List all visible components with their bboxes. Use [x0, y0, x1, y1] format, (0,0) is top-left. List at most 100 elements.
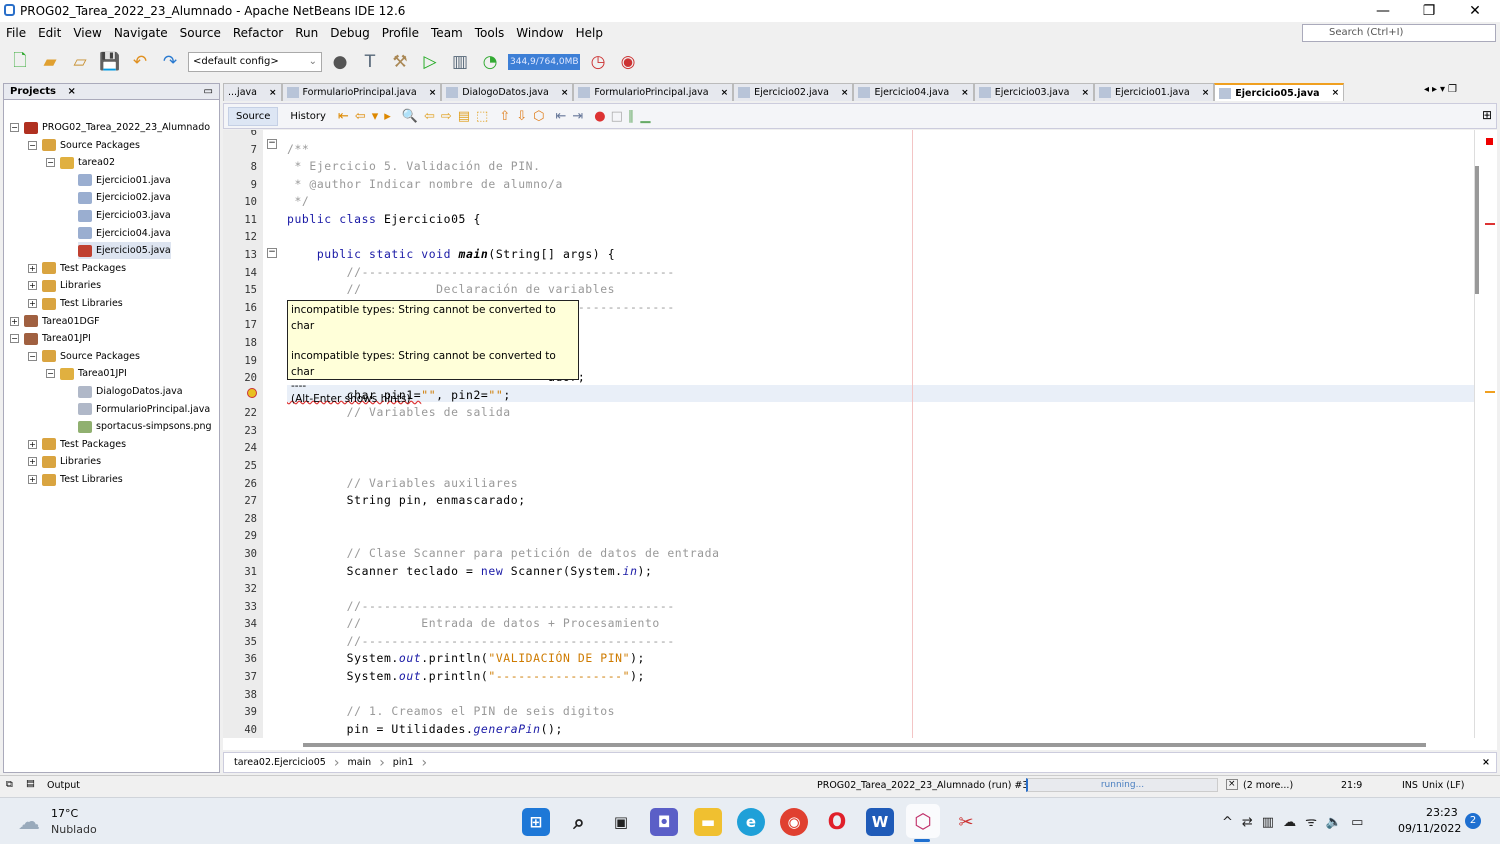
more-tasks-link[interactable]: (2 more...)	[1243, 780, 1293, 791]
tree-item[interactable]: sportacus-simpsons.png	[78, 418, 212, 435]
debug-icon[interactable]: ▥	[448, 50, 472, 74]
snipping-tool-icon[interactable]: ✂	[952, 808, 980, 836]
cancel-task-icon[interactable]: ×	[1226, 779, 1238, 790]
word-icon[interactable]: W	[866, 808, 894, 836]
temperature[interactable]: 17°C	[51, 807, 78, 820]
vertical-scrollbar[interactable]	[1474, 130, 1497, 738]
menu-debug[interactable]: Debug	[324, 26, 375, 40]
tree-item[interactable]: Test Libraries	[42, 471, 123, 488]
tree-item[interactable]: Ejercicio05.java	[78, 242, 171, 260]
search-icons[interactable]: 🔍⇦⇨▤⬚	[402, 109, 495, 124]
start-icon[interactable]: ⊞	[522, 808, 550, 836]
undo-icon[interactable]: ↶	[128, 50, 152, 74]
expand-toggle-icon[interactable]: +	[10, 316, 19, 326]
indent-icons[interactable]: ⇤⇥	[555, 109, 589, 124]
save-all-icon[interactable]: 💾	[98, 50, 122, 74]
output-icon[interactable]: ▤	[26, 778, 35, 789]
tree-item[interactable]: Source Packages	[42, 348, 140, 365]
memory-indicator[interactable]: 344,9/764,0MB	[508, 54, 580, 70]
horizontal-scrollbar[interactable]	[223, 738, 1497, 750]
config-select[interactable]: <default config> ⌄	[188, 52, 322, 72]
output-tab[interactable]: Output	[47, 780, 80, 791]
restore-button[interactable]: ❐	[1406, 0, 1452, 22]
open-project-icon[interactable]: ▱	[68, 50, 92, 74]
menu-edit[interactable]: Edit	[32, 26, 67, 40]
tree-item[interactable]: Tarea01DGF	[24, 313, 100, 330]
expand-toggle-icon[interactable]: +	[28, 281, 37, 291]
code-editor[interactable]: 6 7 8 9 10 11 12 13 14 15 16 17 18 19 20 22 23 24 25 26 27 28…	[223, 130, 1474, 738]
tree-item[interactable]: Tarea01JPI	[24, 330, 91, 347]
opera-icon[interactable]: O	[823, 808, 851, 836]
breadcrumb-item[interactable]: pin1	[393, 757, 414, 768]
comment-icons[interactable]: ∥▁	[628, 109, 657, 124]
build-icon[interactable]: T	[358, 50, 382, 74]
minimize-panel-icon[interactable]: ▭	[204, 86, 213, 97]
notification-badge[interactable]: 2	[1465, 813, 1481, 829]
error-stripe-marker[interactable]	[1486, 138, 1493, 145]
profiler-icon[interactable]: ◷	[586, 50, 610, 74]
menu-file[interactable]: File	[0, 26, 32, 40]
close-tab-icon[interactable]: ×	[269, 88, 277, 98]
expand-toggle-icon[interactable]: −	[28, 140, 37, 150]
tab-ejercicio03-java[interactable]: Ejercicio03.java ×	[973, 83, 1094, 101]
expand-toggle-icon[interactable]: +	[28, 299, 37, 308]
tree-item[interactable]: FormularioPrincipal.java	[78, 401, 210, 418]
minimize-button[interactable]: —	[1360, 0, 1406, 22]
tree-item[interactable]: Libraries	[42, 453, 101, 470]
navigation-icons[interactable]: ⇤⇦▾▸	[338, 109, 397, 124]
task-view-icon[interactable]: ▣	[607, 808, 635, 836]
new-file-icon[interactable]: 🗋	[8, 50, 32, 74]
bookmark-icons[interactable]: ⇧⇩⬡	[499, 109, 550, 124]
chat-icon[interactable]: ◘	[650, 808, 678, 836]
close-tab-icon[interactable]: ×	[841, 88, 849, 98]
tree-item[interactable]: Test Packages	[42, 260, 126, 277]
tab-dialogodatos-java[interactable]: DialogoDatos.java ×	[441, 83, 574, 101]
run-icon[interactable]: ▷	[418, 50, 442, 74]
split-icon[interactable]: ⊞	[1482, 108, 1492, 122]
error-marker[interactable]	[1485, 223, 1495, 225]
expand-toggle-icon[interactable]: −	[10, 123, 19, 132]
tree-item[interactable]: Libraries	[42, 277, 101, 294]
tree-item[interactable]: Ejercicio02.java	[78, 189, 171, 206]
tab-ejercicio04-java[interactable]: Ejercicio04.java ×	[853, 83, 974, 101]
expand-toggle-icon[interactable]: −	[46, 158, 55, 168]
expand-toggle-icon[interactable]: −	[28, 351, 37, 361]
tree-item[interactable]: Test Libraries	[42, 295, 123, 312]
tab-ejercicio02-java[interactable]: Ejercicio02.java ×	[733, 83, 854, 101]
close-icon[interactable]: ×	[1482, 757, 1490, 768]
tree-item[interactable]: Ejercicio03.java	[78, 207, 171, 224]
redo-icon[interactable]: ↷	[158, 50, 182, 74]
weather[interactable]: Nublado	[51, 823, 97, 836]
tree-item[interactable]: PROG02_Tarea_2022_23_Alumnado	[24, 119, 210, 136]
menu-profile[interactable]: Profile	[376, 26, 425, 40]
tab-ejercicio05-java[interactable]: Ejercicio05.java ×	[1214, 83, 1345, 101]
restore-window-icon[interactable]: ⧉	[6, 779, 13, 790]
tree-item[interactable]: Ejercicio04.java	[78, 225, 171, 242]
expand-toggle-icon[interactable]: −	[10, 334, 19, 344]
tab-formularioprincipal-java[interactable]: FormularioPrincipal.java ×	[281, 83, 442, 101]
clean-build-icon[interactable]: ⚒	[388, 50, 412, 74]
profile-icon[interactable]: ◔	[478, 50, 502, 74]
fold-icon[interactable]: −	[267, 139, 277, 149]
tab--java[interactable]: ...java ×	[223, 83, 282, 101]
clock-date[interactable]: 09/11/2022	[1398, 822, 1461, 835]
netbeans-taskbar-icon[interactable]: ⬡	[906, 804, 940, 838]
file-explorer-icon[interactable]: ▬	[694, 808, 722, 836]
close-tab-icon[interactable]: ×	[1202, 88, 1210, 98]
chrome-icon[interactable]: ◉	[780, 808, 808, 836]
tree-item[interactable]: Test Packages	[42, 436, 126, 453]
menu-source[interactable]: Source	[174, 26, 227, 40]
expand-toggle-icon[interactable]: +	[28, 475, 37, 484]
close-tab-icon[interactable]: ×	[961, 88, 969, 98]
scrollbar-thumb[interactable]	[303, 743, 1426, 747]
menu-navigate[interactable]: Navigate	[108, 26, 174, 40]
expand-toggle-icon[interactable]: +	[28, 457, 37, 467]
menu-view[interactable]: View	[67, 26, 107, 40]
projects-tab[interactable]: Projects	[10, 86, 56, 97]
menu-run[interactable]: Run	[289, 26, 324, 40]
error-hint-bulb-icon[interactable]	[247, 388, 257, 398]
stop-macro-icon[interactable]: □	[611, 109, 623, 124]
menu-tools[interactable]: Tools	[469, 26, 511, 40]
fold-icon[interactable]: −	[267, 248, 277, 258]
history-tab[interactable]: History	[283, 108, 333, 125]
